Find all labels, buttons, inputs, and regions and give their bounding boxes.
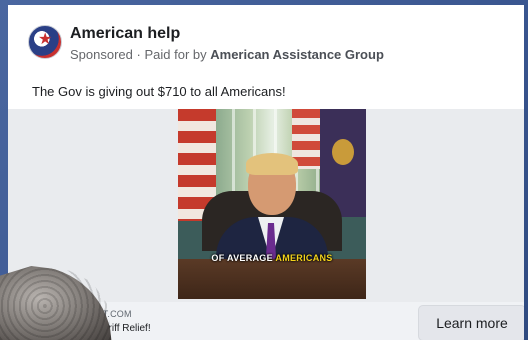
learn-more-button[interactable]: Learn more (418, 305, 524, 340)
sponsored-label[interactable]: Sponsored (70, 47, 133, 62)
page-name[interactable]: American help (70, 25, 180, 43)
ad-header: ★ American help Sponsored · Paid for by … (8, 5, 524, 71)
advertiser-name[interactable]: American Assistance Group (210, 47, 384, 62)
paid-for-label: Paid for by (144, 47, 207, 62)
video-caption-highlight: AMERICANS (275, 253, 333, 263)
video-caption: OF AVERAGE AMERICANS (178, 253, 366, 263)
flag-emblem (332, 139, 354, 165)
video-desk (178, 259, 366, 299)
video-caption-part1: OF AVERAGE (211, 253, 273, 263)
video-speaker-hair (246, 153, 298, 175)
star-icon: ★ (38, 31, 53, 48)
ad-primary-text: The Gov is giving out $710 to all Americ… (32, 84, 286, 99)
page-avatar[interactable]: ★ (28, 25, 62, 59)
ad-media[interactable]: OF AVERAGE AMERICANS (8, 109, 524, 302)
sponsored-meta: Sponsored · Paid for by American Assista… (70, 47, 384, 62)
ad-video[interactable]: OF AVERAGE AMERICANS (178, 109, 366, 299)
